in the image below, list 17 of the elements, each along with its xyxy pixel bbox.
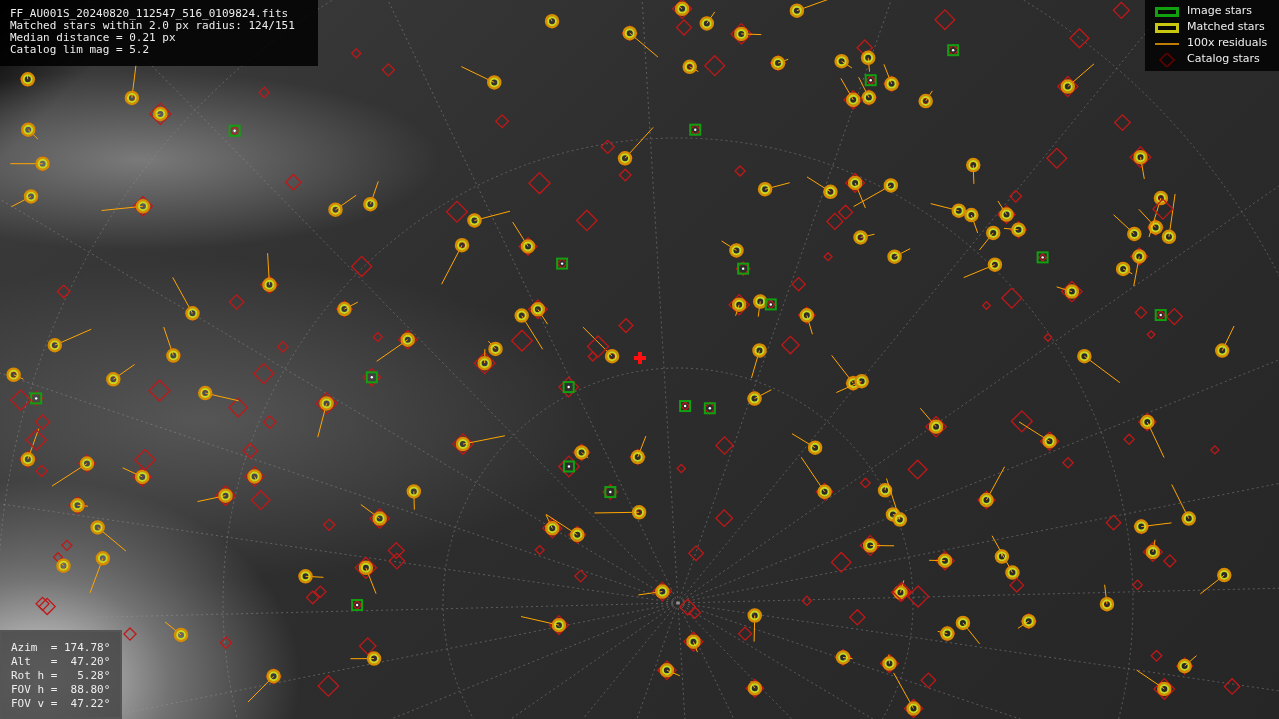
matched-star-marker-icon bbox=[1155, 20, 1179, 35]
image-star-marker-icon bbox=[1155, 4, 1179, 19]
center-cross-icon bbox=[634, 352, 646, 364]
info-line: Median distance = 0.21 px bbox=[10, 32, 177, 44]
info-line: Matched stars within 2.0 px radius: 124/151 bbox=[10, 20, 296, 32]
pointing-line: FOV v = 47.22° bbox=[11, 697, 112, 711]
info-line: FF_AU001S_20240820_112547_516_0109824.fits bbox=[10, 8, 290, 20]
legend-label: Matched stars bbox=[1187, 19, 1265, 36]
pointing-line: Rot h = 5.28° bbox=[11, 669, 112, 683]
pointing-line: Azim = 174.78° bbox=[11, 641, 112, 655]
legend-label: Image stars bbox=[1187, 3, 1252, 20]
legend-label: 100x residuals bbox=[1187, 35, 1268, 52]
pointing-line: FOV h = 88.80° bbox=[11, 683, 112, 697]
pointing-line: Alt = 47.20° bbox=[11, 655, 112, 669]
legend-label: Catalog stars bbox=[1187, 51, 1260, 68]
info-line: Catalog lim mag = 5.2 bbox=[10, 44, 151, 56]
residual-line-icon bbox=[1155, 42, 1179, 45]
